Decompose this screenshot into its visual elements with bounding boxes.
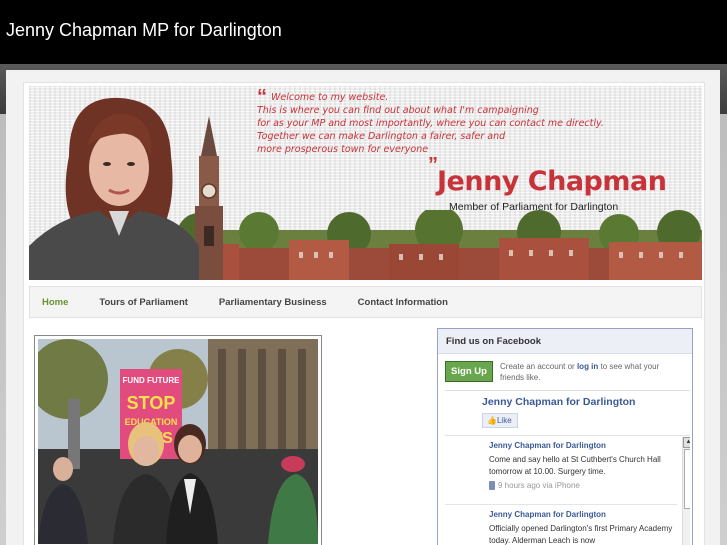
- nav-item-contact-information[interactable]: Contact Information: [358, 297, 448, 308]
- divider: [445, 435, 690, 436]
- scroll-thumb[interactable]: [684, 449, 690, 509]
- phone-icon: [489, 481, 495, 491]
- nav-item-home[interactable]: Home: [42, 297, 68, 308]
- placard-text: STOP: [127, 393, 176, 413]
- post-author[interactable]: Jenny Chapman for Darlington: [489, 441, 679, 450]
- nav-item-parliamentary-business[interactable]: Parliamentary Business: [219, 297, 327, 308]
- facebook-post: Jenny Chapman for Darlington Come and sa…: [489, 441, 679, 491]
- facebook-header: Find us on Facebook: [438, 329, 692, 354]
- facebook-login-link[interactable]: log in: [577, 362, 598, 371]
- quote-line: Together we can make Darlington a fairer…: [257, 131, 506, 142]
- placard-text: FUND FUTURE: [123, 376, 181, 385]
- content-frame: “ Welcome to my website. This is where y…: [6, 70, 720, 545]
- protest-scene-image: FUND FUTURE STOP EDUCATION CUTS: [38, 339, 318, 544]
- campaign-photo[interactable]: FUND FUTURE STOP EDUCATION CUTS: [34, 335, 322, 545]
- banner-name: Jenny Chapman: [437, 166, 667, 197]
- post-meta: 9 hours ago via iPhone: [489, 481, 679, 491]
- quote-line: Welcome to my website.: [271, 92, 389, 103]
- scroll-up-arrow-icon[interactable]: ▲: [683, 437, 690, 448]
- post-text: Come and say hello at St Cuthbert's Chur…: [489, 455, 661, 476]
- facebook-stream-scrollbar[interactable]: ▲: [682, 437, 690, 545]
- site-title[interactable]: Jenny Chapman MP for Darlington: [6, 20, 282, 41]
- welcome-quote: Welcome to my website. This is where you…: [257, 91, 677, 156]
- divider: [445, 504, 677, 505]
- post-text: Officially opened Darlington's first Pri…: [489, 524, 673, 545]
- facebook-stream[interactable]: Jenny Chapman for Darlington Come and sa…: [445, 437, 690, 545]
- header-banner: “ Welcome to my website. This is where y…: [29, 86, 702, 280]
- thumbs-up-icon: 👍: [487, 416, 497, 425]
- nav-item-tours-of-parliament[interactable]: Tours of Parliament: [99, 297, 188, 308]
- post-author[interactable]: Jenny Chapman for Darlington: [489, 510, 679, 519]
- facebook-create-account-text: Create an account or log in to see what …: [500, 362, 660, 382]
- page-container: “ Welcome to my website. This is where y…: [23, 82, 705, 545]
- main-nav: Home Tours of Parliament Parliamentary B…: [29, 286, 702, 318]
- facebook-signup-button[interactable]: Sign Up: [445, 361, 493, 382]
- quote-line: for as your MP and most importantly, whe…: [257, 118, 604, 129]
- facebook-post: Jenny Chapman for Darlington Officially …: [489, 510, 679, 545]
- facebook-page-name[interactable]: Jenny Chapman for Darlington: [482, 396, 635, 408]
- quote-line: This is where you can find out about wha…: [257, 105, 539, 116]
- banner-subtitle: Member of Parliament for Darlington: [449, 201, 619, 213]
- facebook-like-button[interactable]: 👍Like: [482, 413, 518, 428]
- jenny-chapman-portrait: [29, 97, 199, 280]
- facebook-like-box: Find us on Facebook Sign Up Create an ac…: [437, 328, 693, 545]
- quote-line: more prosperous town for everyone: [257, 144, 429, 155]
- divider: [445, 390, 690, 391]
